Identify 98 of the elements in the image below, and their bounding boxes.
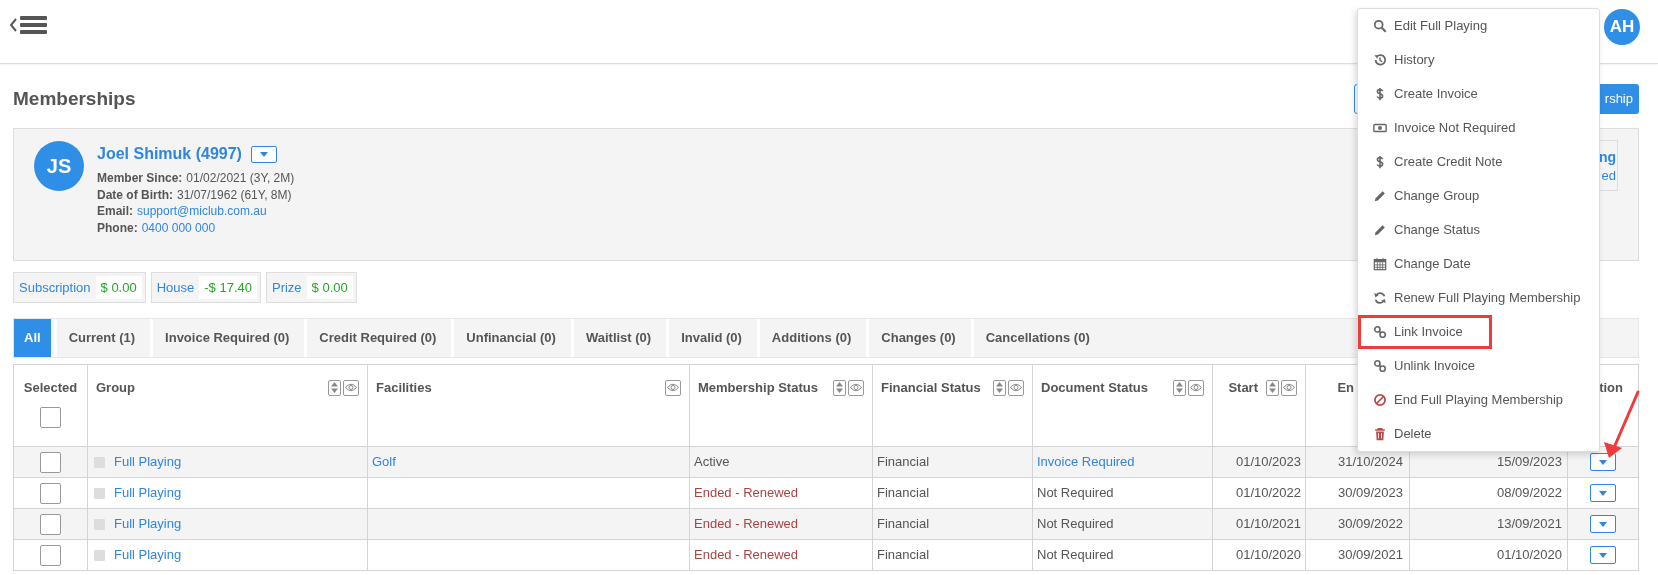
field-value: 01/02/2021 (3Y, 2M)	[186, 170, 295, 187]
table-cell: Ended - Renewed	[689, 477, 873, 509]
field-label: Email:	[97, 203, 133, 220]
balance-label[interactable]: House	[154, 277, 197, 298]
menu-item[interactable]: End Full Playing Membership	[1358, 383, 1599, 417]
balance-value: -$ 17.40	[199, 276, 257, 299]
column-header: En	[1337, 379, 1354, 397]
table-cell: Not Required	[1032, 508, 1213, 540]
group-link[interactable]: Full Playing	[114, 514, 182, 534]
annotation-arrow	[1604, 390, 1640, 458]
menu-item[interactable]: Invoice Not Required	[1358, 111, 1599, 145]
balance-label[interactable]: Prize	[270, 277, 304, 298]
swatch-icon	[94, 549, 105, 561]
eye-icon[interactable]	[665, 379, 681, 396]
menu-item[interactable]: Change Status	[1358, 213, 1599, 247]
sort-icon[interactable]	[833, 379, 846, 396]
contact-link[interactable]: 0400 000 000	[141, 219, 216, 237]
page-title: Memberships	[13, 86, 136, 111]
column-header: Financial Status	[881, 379, 981, 397]
table-cell: 01/10/2020	[1409, 539, 1568, 571]
table-cell: Ended - Renewed	[689, 539, 873, 571]
caret-down-icon	[1599, 459, 1607, 465]
table-cell: Not Required	[1032, 539, 1213, 571]
sort-icon[interactable]	[1173, 379, 1186, 396]
table-cell: Not Required	[1032, 477, 1213, 509]
sort-icon[interactable]	[993, 379, 1006, 396]
group-link[interactable]: Full Playing	[114, 483, 182, 503]
table-cell: 30/09/2023	[1305, 477, 1410, 509]
swatch-icon	[94, 487, 105, 499]
action-dropdown-button[interactable]	[1590, 453, 1616, 471]
member-name[interactable]: Joel Shimuk (4997)	[97, 142, 242, 166]
menu-item[interactable]: Change Group	[1358, 179, 1599, 213]
table-cell: Financial	[872, 508, 1033, 540]
menu-item[interactable]: Renew Full Playing Membership	[1358, 281, 1599, 315]
table-cell: Financial	[872, 539, 1033, 571]
eye-icon[interactable]	[848, 379, 864, 396]
column-header: Start	[1228, 379, 1258, 397]
table-cell: Ended - Renewed	[689, 508, 873, 540]
table-cell: Financial	[872, 477, 1033, 509]
membership-title[interactable]: ng	[1598, 146, 1616, 167]
table-cell: 01/10/2020	[1212, 539, 1306, 571]
checkbox[interactable]	[40, 482, 61, 504]
checkbox[interactable]	[40, 406, 61, 428]
table-cell: 08/09/2022	[1409, 477, 1568, 509]
menu-item[interactable]: History	[1358, 43, 1599, 77]
field-value: 31/07/1962 (61Y, 8M)	[177, 186, 292, 204]
table-cell: 13/09/2021	[1409, 508, 1568, 540]
column-header: Group	[96, 379, 135, 397]
caret-down-icon	[259, 151, 268, 157]
field-label: Phone:	[97, 219, 138, 237]
checkbox[interactable]	[40, 451, 61, 473]
table-cell: Active	[689, 446, 873, 478]
menu-item[interactable]: Edit Full Playing	[1358, 9, 1599, 43]
eye-icon[interactable]	[343, 379, 359, 396]
group-link[interactable]: Full Playing	[114, 545, 182, 565]
balance-value: $ 0.00	[306, 276, 353, 299]
eye-icon[interactable]	[1281, 379, 1297, 396]
group-link[interactable]: Full Playing	[114, 452, 182, 472]
action-dropdown-button[interactable]	[1590, 546, 1616, 564]
eye-icon[interactable]	[1188, 379, 1204, 396]
menu-item[interactable]: Create Credit Note	[1358, 145, 1599, 179]
user-avatar[interactable]: AH	[1604, 9, 1640, 45]
column-header: Selected	[23, 379, 78, 397]
member-avatar: JS	[34, 141, 84, 191]
action-dropdown-button[interactable]	[1590, 515, 1616, 533]
menu-item[interactable]: Create Invoice	[1358, 77, 1599, 111]
table-cell: 30/09/2022	[1305, 508, 1410, 540]
column-header: Membership Status	[698, 379, 818, 397]
caret-down-icon	[1599, 552, 1607, 558]
tab[interactable]: All	[14, 319, 51, 357]
menu-item[interactable]: Link Invoice	[1358, 315, 1492, 349]
table-cell: Financial	[872, 446, 1033, 478]
menu-icon[interactable]	[10, 15, 48, 35]
facility-link[interactable]: Golf	[372, 454, 396, 470]
checkbox[interactable]	[40, 513, 61, 535]
caret-down-icon	[1599, 490, 1607, 496]
table-cell: 30/09/2021	[1305, 539, 1410, 571]
membership-subtitle: ed	[1601, 166, 1616, 185]
field-label: Date of Birth:	[97, 186, 173, 204]
table-cell: 01/10/2023	[1212, 446, 1306, 478]
menu-item[interactable]: Change Date	[1358, 247, 1599, 281]
contact-link[interactable]: support@miclub.com.au	[137, 203, 267, 220]
sort-icon[interactable]	[1266, 379, 1279, 396]
dropdown-button[interactable]	[250, 145, 277, 163]
table-cell: 01/10/2021	[1212, 508, 1306, 540]
menu-item[interactable]: Unlink Invoice	[1358, 349, 1599, 383]
action-dropdown-button[interactable]	[1590, 484, 1616, 502]
column-header: Facilities	[376, 379, 432, 397]
balance-value: $ 0.00	[95, 276, 142, 299]
field-label: Member Since:	[97, 170, 183, 187]
table-cell: 01/10/2022	[1212, 477, 1306, 509]
balance-label[interactable]: Subscription	[17, 277, 93, 298]
eye-icon[interactable]	[1008, 379, 1024, 396]
checkbox[interactable]	[40, 544, 61, 566]
column-header: tion	[1599, 379, 1623, 397]
column-header: Document Status	[1041, 379, 1148, 397]
sort-icon[interactable]	[328, 379, 341, 396]
caret-down-icon	[1599, 521, 1607, 527]
